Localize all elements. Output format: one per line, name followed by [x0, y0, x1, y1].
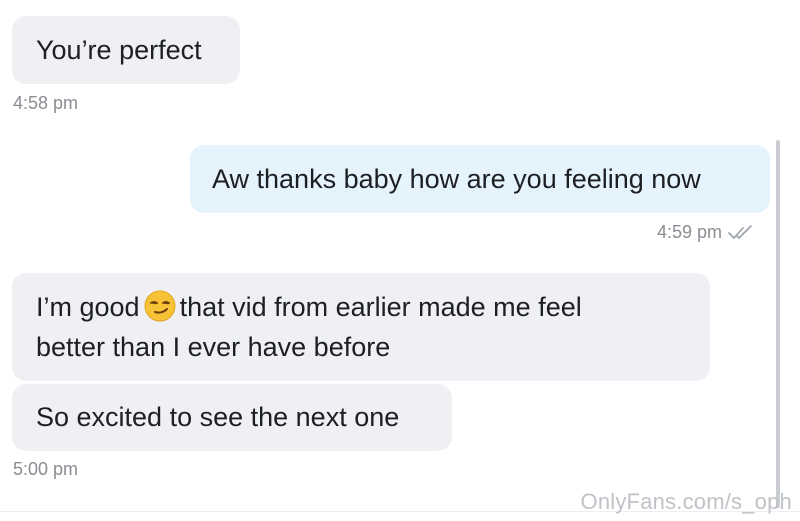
smirking-face-emoji-icon	[144, 290, 176, 322]
message-bubble-incoming[interactable]: So excited to see the next one	[12, 384, 452, 451]
timestamp-text: 4:59 pm	[657, 222, 723, 242]
double-check-icon	[728, 225, 752, 239]
message-text: I’m good	[36, 292, 140, 322]
message-text: that vid from earlier made me feel	[179, 292, 582, 322]
watermark: OnlyFans.com/s_oph	[580, 489, 792, 514]
message-timestamp: 5:00 pm	[13, 459, 79, 479]
message-line-1: I’m good that vid from earlier made me f…	[36, 287, 710, 327]
message-bubble-outgoing[interactable]: Aw thanks baby how are you feeling now	[190, 145, 770, 213]
message-line-2: better than I ever have before	[36, 332, 391, 362]
message-timestamp-outgoing: 4:59 pm	[657, 221, 758, 243]
chat-scrollbar[interactable]	[776, 140, 780, 508]
message-bubble-incoming[interactable]: I’m good that vid from earlier made me f…	[12, 273, 710, 381]
message-bubble-incoming[interactable]: You’re perfect	[12, 16, 240, 84]
chat-screen: You’re perfect 4:58 pm Aw thanks baby ho…	[0, 0, 800, 521]
message-text: So excited to see the next one	[36, 402, 400, 432]
message-text: Aw thanks baby how are you feeling now	[212, 164, 701, 194]
message-text: You’re perfect	[36, 35, 202, 65]
message-timestamp: 4:58 pm	[13, 93, 79, 113]
